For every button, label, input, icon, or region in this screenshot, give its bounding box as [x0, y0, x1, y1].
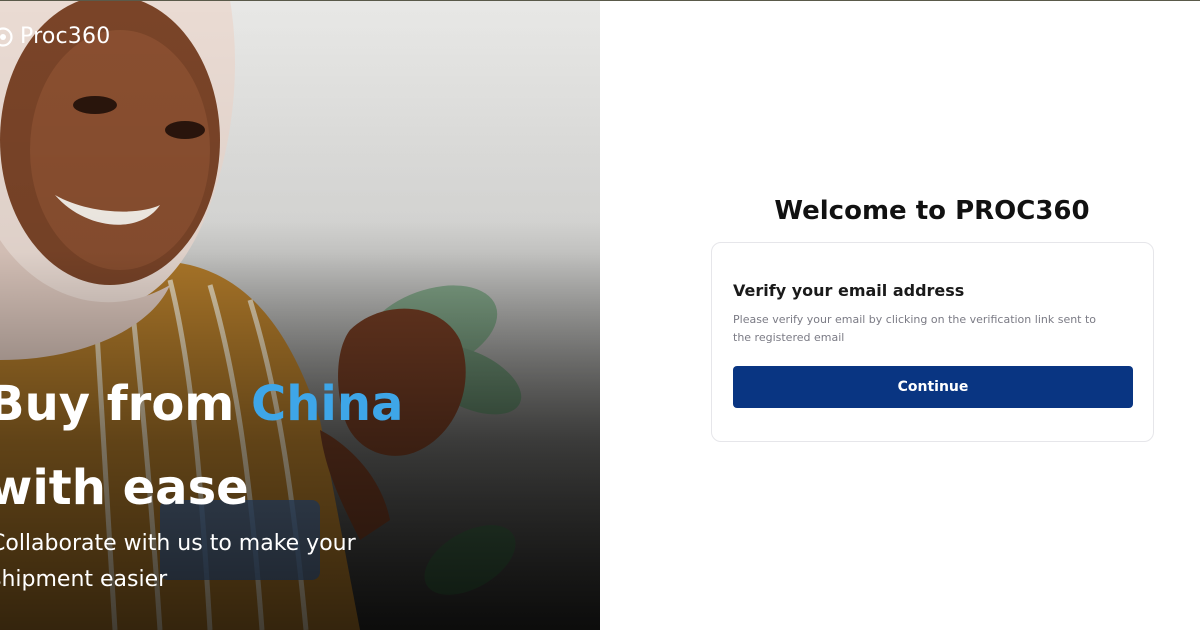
hero-title-line2: with ease	[0, 460, 249, 516]
hero-panel: Proc360 Buy from China with ease Collabo…	[0, 0, 600, 630]
card-title: Verify your email address	[733, 281, 965, 300]
continue-button[interactable]: Continue	[733, 366, 1133, 408]
card-description: Please verify your email by clicking on …	[733, 313, 1097, 344]
brand-name: Proc360	[20, 24, 111, 49]
brand[interactable]: Proc360	[0, 24, 110, 49]
page-title: Welcome to PROC360	[774, 196, 1090, 226]
hero-title-prefix: Buy from	[0, 376, 252, 432]
verify-panel: Welcome to PROC360 Verify your email add…	[600, 0, 1200, 630]
hero-subtitle: Collaborate with us to make your shipmen…	[0, 531, 356, 592]
hero-title-accent: China	[251, 376, 404, 432]
verify-card: Verify your email address Please verify …	[711, 242, 1154, 442]
proc360-logo-icon	[0, 26, 13, 47]
hero-title: Buy from China with ease	[0, 362, 403, 530]
top-border	[0, 0, 1200, 1]
